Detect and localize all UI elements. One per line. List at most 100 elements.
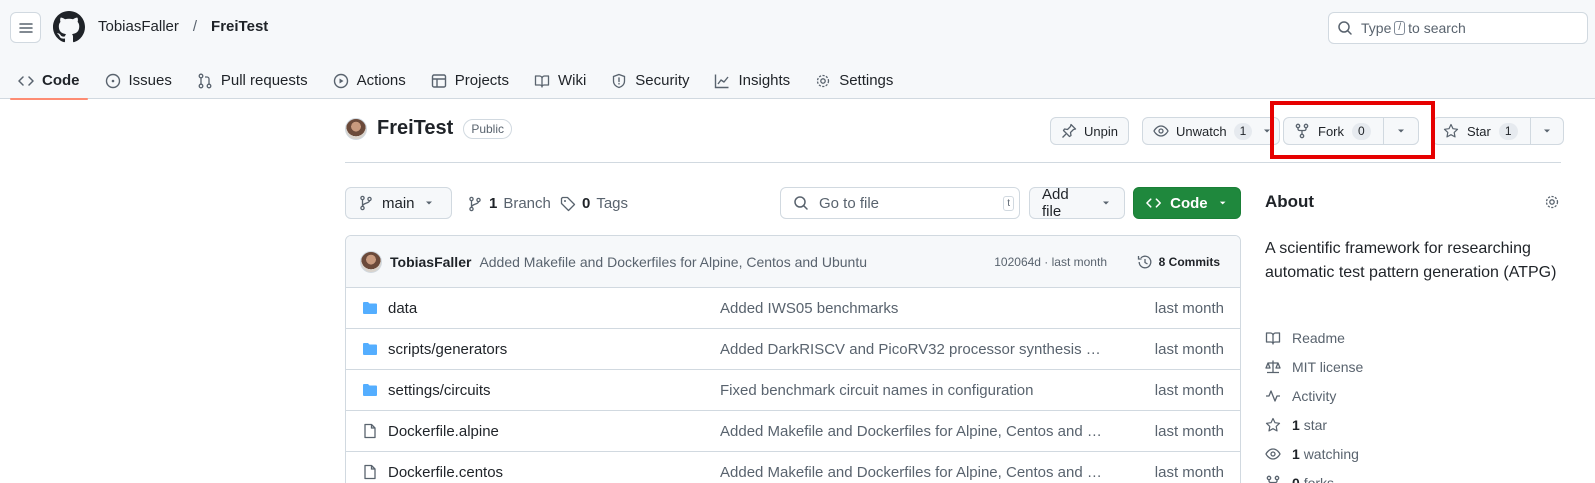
book-icon [1265,331,1281,345]
hamburger-icon [18,22,33,33]
about-sidebar: About A scientific framework for researc… [1265,192,1560,483]
tags-link[interactable]: 0 Tags [560,195,628,212]
triangle-down-icon [1219,201,1226,205]
unpin-label: Unpin [1084,123,1118,139]
file-name[interactable]: Dockerfile.alpine [388,423,499,440]
go-to-file-placeholder: Go to file [819,194,880,212]
triangle-down-icon [425,201,432,205]
search-suffix: to search [1408,20,1466,36]
pull-request-icon [198,73,212,88]
code-label: Code [1170,194,1208,212]
tab-label: Projects [454,72,509,89]
folder-icon [363,343,377,355]
tag-label: Tags [596,195,629,212]
tab-insights[interactable]: Insights [706,62,798,99]
activity-link[interactable]: Activity [1265,381,1363,410]
tab-actions[interactable]: Actions [325,62,414,99]
file-name[interactable]: Dockerfile.centos [388,464,503,481]
tab-wiki[interactable]: Wiki [526,62,594,99]
table-icon [431,73,446,88]
commit-message[interactable]: Added Makefile and Dockerfiles for Alpin… [479,254,867,270]
star-dropdown[interactable] [1529,118,1563,144]
branch-label: Branch [503,195,551,212]
code-icon [18,75,34,86]
commits-link[interactable]: 8 Commits [1137,254,1220,270]
stars-link[interactable]: 1 star [1265,410,1363,439]
file-commit-message[interactable]: Added Makefile and Dockerfiles for Alpin… [720,464,1105,481]
file-toolbar: main 1 Branch 0 Tags Go to file t Add fi… [345,186,1241,220]
star-count: 1 [1498,122,1518,140]
stars-count: 1 [1292,416,1300,433]
readme-link[interactable]: Readme [1265,323,1363,352]
file-date: last month [1154,463,1224,481]
repo-name[interactable]: FreiTest [377,117,453,140]
activity-label: Activity [1292,387,1337,404]
tab-label: Wiki [557,72,587,89]
tab-label: Settings [839,72,894,89]
repo-description: A scientific framework for researching a… [1265,240,1557,281]
star-button[interactable]: Star 1 [1432,117,1564,145]
file-date: last month [1154,340,1224,358]
file-name[interactable]: scripts/generators [388,341,507,358]
search-input[interactable]: Type / to search [1328,12,1588,44]
watching-count: 1 [1292,445,1300,462]
file-name[interactable]: settings/circuits [388,382,491,399]
tab-projects[interactable]: Projects [423,62,517,99]
readme-label: Readme [1292,329,1345,346]
tab-settings[interactable]: Settings [807,62,901,99]
forks-count: 0 [1292,474,1300,483]
watching-link[interactable]: 1 watching [1265,439,1363,468]
unpin-button[interactable]: Unpin [1050,117,1129,145]
folder-icon [363,302,377,314]
tab-code[interactable]: Code [10,62,88,100]
commit-hash[interactable]: 102064d · last month [994,255,1107,269]
star-icon [1443,123,1459,138]
branch-select[interactable]: main [345,187,452,219]
search-icon [1338,21,1352,35]
table-row: data Added IWS05 benchmarks last month [346,288,1240,329]
search-icon [794,196,808,210]
github-logo-icon[interactable] [53,11,85,43]
tab-issues[interactable]: Issues [97,62,180,99]
file-commit-message[interactable]: Fixed benchmark circuit names in configu… [720,382,1105,399]
add-file-label: Add file [1042,186,1069,220]
graph-icon [715,74,730,88]
menu-button[interactable] [10,12,41,43]
breadcrumb: TobiasFaller / FreiTest [98,18,268,35]
triangle-down-icon [1543,129,1550,133]
file-commit-message[interactable]: Added DarkRISCV and PicoRV32 processor s… [720,341,1105,358]
book-icon [534,74,550,88]
file-commit-message[interactable]: Added Makefile and Dockerfiles for Alpin… [720,423,1105,440]
branches-link[interactable]: 1 Branch [467,195,551,212]
tab-label: Security [635,72,690,89]
commit-author-avatar[interactable] [360,250,382,273]
latest-commit: TobiasFaller Added Makefile and Dockerfi… [346,236,1240,288]
history-icon [1137,255,1152,268]
file-commit-message[interactable]: Added IWS05 benchmarks [720,300,1105,317]
repo-tabs: Code Issues Pull requests Actions Projec… [10,62,910,100]
gear-icon[interactable] [1544,194,1560,210]
fork-highlight-box [1270,101,1435,159]
stars-label: star [1303,416,1328,433]
search-prefix: Type [1361,20,1392,36]
tab-label: Code [42,72,80,89]
global-header: TobiasFaller / FreiTest Type / to search… [0,0,1595,100]
pin-icon [1062,123,1077,138]
forks-link[interactable]: 0 forks [1265,468,1363,483]
breadcrumb-separator: / [192,18,198,35]
about-title: About [1265,192,1315,211]
tab-security[interactable]: Security [603,62,697,99]
tab-pull-requests[interactable]: Pull requests [189,62,316,99]
about-list: Readme MIT license Activity 1 star 1 wat… [1265,323,1363,483]
commit-author[interactable]: TobiasFaller [390,254,471,270]
go-to-file-input[interactable]: Go to file t [780,187,1020,219]
add-file-button[interactable]: Add file [1029,186,1125,220]
repo-link[interactable]: FreiTest [211,18,268,35]
license-link[interactable]: MIT license [1265,352,1363,381]
code-button[interactable]: Code [1133,187,1241,219]
owner-avatar[interactable] [345,117,367,140]
unwatch-button[interactable]: Unwatch 1 [1142,117,1281,145]
file-name[interactable]: data [388,300,417,317]
owner-link[interactable]: TobiasFaller [98,18,179,35]
file-icon [364,423,376,439]
